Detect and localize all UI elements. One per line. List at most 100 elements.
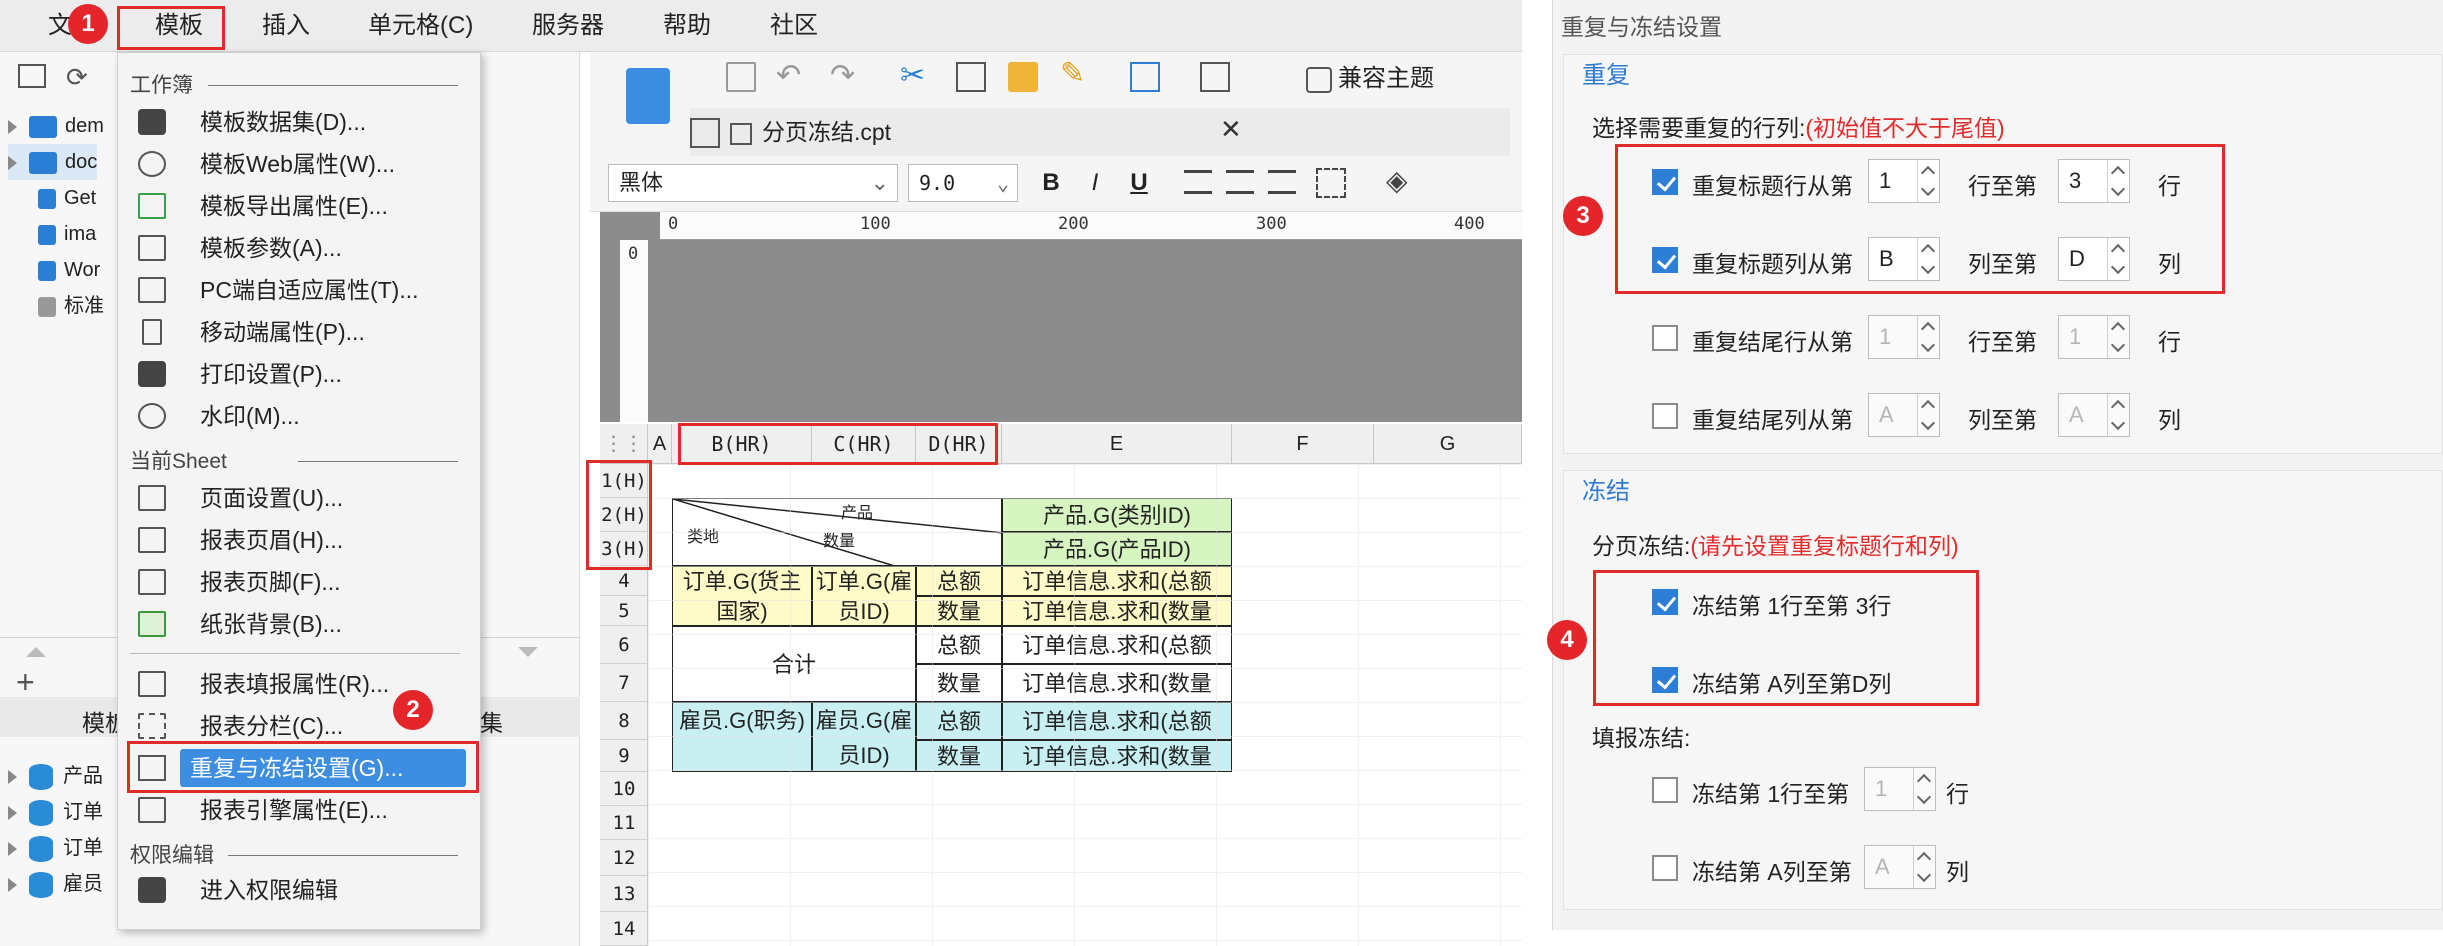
dataset-item[interactable]: 雇员: [8, 866, 103, 902]
cell-e7[interactable]: 订单信息.求和(数量: [1002, 664, 1232, 702]
col-header-f[interactable]: F: [1232, 424, 1374, 464]
menu-server[interactable]: 服务器: [532, 0, 604, 52]
cell-e6[interactable]: 订单信息.求和(总额: [1002, 626, 1232, 664]
row-header[interactable]: 14: [600, 912, 648, 946]
menu-item-paper-background[interactable]: 纸张背景(B)...: [130, 605, 470, 643]
col-header-e[interactable]: E: [1002, 424, 1232, 464]
paste-icon[interactable]: [1008, 62, 1038, 92]
cell-d6[interactable]: 总额: [916, 626, 1002, 664]
menu-item-report-header[interactable]: 报表页眉(H)...: [130, 521, 470, 559]
row-header[interactable]: 9: [600, 740, 648, 772]
menu-item-template-dataset[interactable]: 模板数据集(D)...: [130, 103, 470, 141]
menu-help[interactable]: 帮助: [663, 0, 711, 52]
spinner-arrows-icon[interactable]: [1913, 846, 1935, 888]
cell-c8[interactable]: 雇员.G(雇员ID): [812, 702, 916, 772]
dataset-item[interactable]: 订单: [8, 794, 103, 830]
row-header[interactable]: 4: [600, 566, 648, 596]
redo-icon[interactable]: ↷: [830, 58, 855, 93]
select-all-icon[interactable]: ⋮⋮: [600, 424, 648, 464]
cell-total[interactable]: 合计: [672, 626, 916, 702]
repeat-footer-cols-checkbox[interactable]: [1652, 403, 1678, 429]
fill-freeze-rows-checkbox[interactable]: [1652, 777, 1678, 803]
spinner-arrows-icon[interactable]: [1913, 768, 1935, 810]
tab-current[interactable]: 分页冻结.cpt: [730, 108, 891, 156]
cell-d9[interactable]: 数量: [916, 740, 1002, 772]
font-size-select[interactable]: 9.0 ⌄: [908, 164, 1018, 202]
repeat-footer-rows-to[interactable]: 1: [2058, 315, 2130, 359]
cut-icon[interactable]: ✂: [900, 58, 925, 93]
compat-theme-button[interactable]: 兼容主题: [1306, 58, 1434, 93]
cell-d7[interactable]: 数量: [916, 664, 1002, 702]
undo-icon[interactable]: ↶: [776, 58, 801, 93]
format-painter-icon[interactable]: ✎: [1060, 56, 1085, 91]
menu-insert[interactable]: 插入: [262, 0, 310, 52]
search-icon[interactable]: [1200, 62, 1230, 92]
cell-e8[interactable]: 订单信息.求和(总额: [1002, 702, 1232, 740]
row-header[interactable]: 11: [600, 806, 648, 840]
tree-item-wor[interactable]: Wor: [38, 252, 100, 288]
align-center-icon[interactable]: [1226, 170, 1254, 194]
cell-e5[interactable]: 订单信息.求和(数量: [1002, 596, 1232, 626]
menu-item-export-attributes[interactable]: 模板导出属性(E)...: [130, 187, 470, 225]
menu-item-enter-permission-edit[interactable]: 进入权限编辑: [130, 871, 470, 909]
cell-d4[interactable]: 总额: [916, 566, 1002, 596]
repeat-footer-rows-checkbox[interactable]: [1652, 325, 1678, 351]
cell-e9[interactable]: 订单信息.求和(数量: [1002, 740, 1232, 772]
menu-item-page-setup[interactable]: 页面设置(U)...: [130, 479, 470, 517]
spinner-arrows-icon[interactable]: [1917, 394, 1939, 436]
menu-item-template-params[interactable]: 模板参数(A)...: [130, 229, 470, 267]
menu-item-watermark[interactable]: 水印(M)...: [130, 397, 470, 435]
tree-item-dem[interactable]: dem: [8, 108, 104, 144]
dataset-item[interactable]: 产品: [8, 758, 103, 794]
menu-item-engine-attributes[interactable]: 报表引擎属性(E)...: [130, 791, 470, 829]
add-dataset-icon[interactable]: +: [16, 664, 35, 701]
align-right-icon[interactable]: [1268, 170, 1296, 194]
menu-item-report-footer[interactable]: 报表页脚(F)...: [130, 563, 470, 601]
border-icon[interactable]: [1316, 168, 1346, 198]
row-header[interactable]: 6: [600, 626, 648, 664]
template-file-icon[interactable]: [626, 68, 670, 124]
col-header-a[interactable]: A: [648, 424, 672, 464]
menu-cell[interactable]: 单元格(C): [368, 0, 473, 52]
cell-d8[interactable]: 总额: [916, 702, 1002, 740]
new-folder-icon[interactable]: [18, 64, 46, 88]
cell-e4[interactable]: 订单信息.求和(总额: [1002, 566, 1232, 596]
tree-item-doc[interactable]: doc: [8, 144, 98, 180]
refresh-icon[interactable]: ⟳: [66, 62, 88, 93]
row-header[interactable]: 12: [600, 840, 648, 876]
diagonal-header-cell[interactable]: 产品 数量 类地: [672, 498, 1002, 566]
tree-item-get[interactable]: Get: [38, 180, 96, 216]
repeat-footer-cols-to[interactable]: A: [2058, 393, 2130, 437]
spinner-arrows-icon[interactable]: [2107, 316, 2129, 358]
cell-b4[interactable]: 订单.G(货主国家): [672, 566, 812, 626]
menu-item-mobile-attributes[interactable]: 移动端属性(P)...: [130, 313, 470, 351]
cell-e2[interactable]: 产品.G(类别ID): [1002, 498, 1232, 532]
cell-b8[interactable]: 雇员.G(职务): [672, 702, 812, 772]
row-header[interactable]: 13: [600, 876, 648, 912]
dataset-item[interactable]: 订单: [8, 830, 103, 866]
tree-item-standard[interactable]: 标准: [38, 288, 104, 324]
cell-e3[interactable]: 产品.G(产品ID): [1002, 532, 1232, 566]
menu-item-web-attributes[interactable]: 模板Web属性(W)...: [130, 145, 470, 183]
row-header[interactable]: 5: [600, 596, 648, 626]
tree-item-ima[interactable]: ima: [38, 216, 96, 252]
row-header[interactable]: 8: [600, 702, 648, 740]
bold-button[interactable]: B: [1036, 166, 1066, 200]
scroll-down-icon[interactable]: [518, 647, 538, 657]
repeat-footer-rows-from[interactable]: 1: [1868, 315, 1940, 359]
fill-freeze-cols-to[interactable]: A: [1864, 845, 1936, 889]
repeat-footer-cols-from[interactable]: A: [1868, 393, 1940, 437]
copy-icon[interactable]: [956, 62, 986, 92]
cell-c4[interactable]: 订单.G(雇员ID): [812, 566, 916, 626]
menu-community[interactable]: 社区: [770, 0, 818, 52]
spinner-arrows-icon[interactable]: [1917, 316, 1939, 358]
font-select[interactable]: 黑体 ⌄: [608, 164, 898, 202]
cell-d5[interactable]: 数量: [916, 596, 1002, 626]
row-header[interactable]: 7: [600, 664, 648, 702]
col-header-g[interactable]: G: [1374, 424, 1522, 464]
menu-item-print-settings[interactable]: 打印设置(P)...: [130, 355, 470, 393]
preview-icon[interactable]: [1130, 62, 1160, 92]
underline-button[interactable]: U: [1124, 166, 1154, 200]
fill-freeze-cols-checkbox[interactable]: [1652, 855, 1678, 881]
menu-item-pc-adaptive[interactable]: PC端自适应属性(T)...: [130, 271, 470, 309]
